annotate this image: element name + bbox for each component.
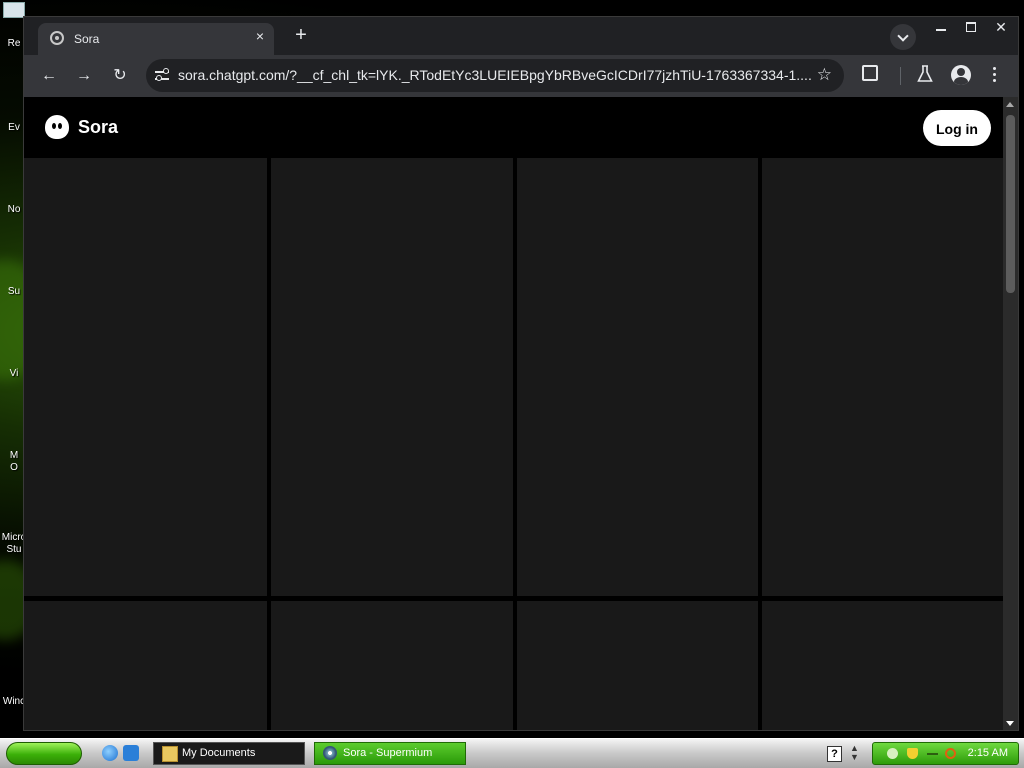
search-icon[interactable] <box>945 748 956 759</box>
tab-search-chevron-icon[interactable] <box>890 24 916 50</box>
new-tab-button[interactable]: + <box>290 25 312 47</box>
media-tile[interactable] <box>24 158 267 596</box>
system-tray: 2:15 AM <box>872 742 1019 765</box>
sora-header: Sora Log in <box>24 97 1003 157</box>
labs-flask-icon[interactable] <box>917 65 933 83</box>
quick-launch-ie-icon[interactable] <box>123 745 139 761</box>
window-close-button[interactable]: ✕ <box>986 17 1016 37</box>
taskbar-sora-supermium[interactable]: Sora - Supermium <box>314 742 466 765</box>
sora-favicon-icon <box>50 31 64 45</box>
toolbar-divider <box>900 67 901 85</box>
url-text[interactable]: sora.chatgpt.com/?__cf_chl_tk=lYK._RTodE… <box>178 67 812 83</box>
browser-titlebar: Sora × + ✕ <box>24 17 1018 55</box>
media-tile[interactable] <box>271 158 513 596</box>
recycle-bin-icon <box>3 2 25 18</box>
browser-toolbar: ← → ↻ sora.chatgpt.com/?__cf_chl_tk=lYK.… <box>24 55 1018 97</box>
security-shield-icon[interactable] <box>907 748 918 759</box>
tab-title: Sora <box>74 32 100 46</box>
window-maximize-button[interactable] <box>956 17 986 37</box>
address-bar[interactable]: sora.chatgpt.com/?__cf_chl_tk=lYK._RTodE… <box>146 59 844 92</box>
network-icon[interactable] <box>887 748 898 759</box>
media-tile[interactable] <box>517 601 758 730</box>
login-button[interactable]: Log in <box>923 110 991 146</box>
clock: 2:15 AM <box>967 747 1008 759</box>
media-tile[interactable] <box>271 601 513 730</box>
scroll-thumb[interactable] <box>1006 115 1015 293</box>
scroll-up-arrow-icon[interactable] <box>1006 102 1014 107</box>
browser-tab-sora[interactable]: Sora × <box>38 23 274 55</box>
back-arrow-icon[interactable]: ← <box>38 65 60 87</box>
folder-icon <box>162 746 178 762</box>
bookmark-star-icon[interactable]: ☆ <box>817 65 832 85</box>
sora-logo-icon[interactable] <box>45 115 69 139</box>
media-tile[interactable] <box>24 601 267 730</box>
media-tile[interactable] <box>762 158 1003 596</box>
window-minimize-button[interactable] <box>926 17 956 37</box>
scroll-down-arrow-icon[interactable] <box>1006 721 1014 726</box>
sora-logo-text[interactable]: Sora <box>78 117 118 138</box>
help-icon[interactable]: ? <box>827 746 842 762</box>
updown-arrows-icon[interactable]: ▲ ▼ <box>850 744 859 762</box>
media-tile[interactable] <box>762 601 1003 730</box>
taskbar: My Documents Sora - Supermium ? ▲ ▼ 2:15 … <box>0 738 1024 768</box>
site-settings-icon[interactable] <box>154 67 170 83</box>
media-tile[interactable] <box>517 158 758 596</box>
tab-close-icon[interactable]: × <box>256 29 264 43</box>
kebab-menu-icon[interactable] <box>990 64 998 86</box>
task-label: Sora - Supermium <box>343 747 433 759</box>
reload-icon[interactable]: ↻ <box>109 65 131 87</box>
web-page: Sora Log in <box>24 97 1003 730</box>
forward-arrow-icon[interactable]: → <box>73 65 95 87</box>
browser-window: Sora × + ✕ ← → ↻ sora.chatgpt.com/?__cf_… <box>23 16 1019 731</box>
extensions-puzzle-icon[interactable] <box>862 65 878 81</box>
start-button[interactable] <box>6 742 82 765</box>
taskbar-my-documents[interactable]: My Documents <box>153 742 305 765</box>
task-label: My Documents <box>182 747 256 759</box>
page-scrollbar[interactable] <box>1003 97 1018 730</box>
profile-avatar-icon[interactable] <box>951 65 971 85</box>
tray-dash-icon[interactable] <box>927 753 938 755</box>
internet-explorer-icon[interactable] <box>102 745 118 761</box>
supermium-browser-icon <box>323 746 337 760</box>
